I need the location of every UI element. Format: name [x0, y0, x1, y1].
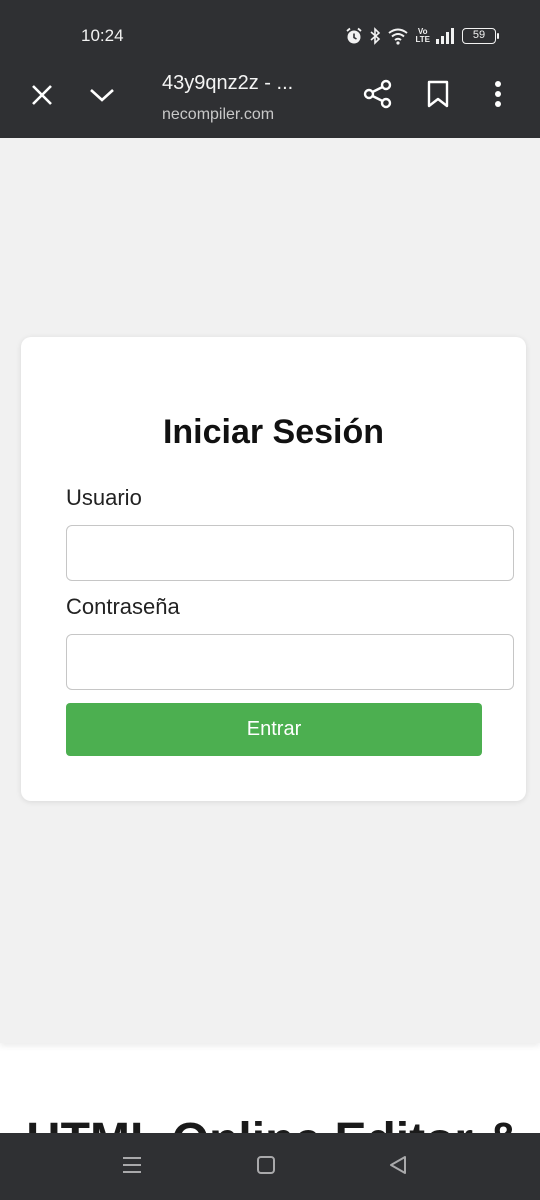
more-vert-icon [494, 80, 502, 113]
wifi-icon [387, 27, 409, 45]
username-input[interactable] [66, 525, 514, 581]
web-content: Iniciar Sesión Usuario Contraseña Entrar… [0, 138, 540, 1167]
signal-icon [436, 28, 456, 44]
bookmark-icon [427, 80, 449, 113]
preview-area: Iniciar Sesión Usuario Contraseña Entrar [0, 138, 540, 1043]
minimize-button[interactable] [86, 81, 118, 113]
battery-icon: 59 [462, 28, 499, 44]
status-icons: Vo LTE 59 [345, 24, 499, 48]
close-icon [30, 83, 54, 112]
browser-toolbar: 43y9qnz2z - ... necompiler.com [0, 64, 540, 138]
volte-label-bottom: LTE [415, 35, 430, 44]
username-label: Usuario [66, 485, 142, 510]
chevron-down-icon [88, 85, 116, 110]
status-time: 10:24 [81, 26, 124, 45]
page-title: 43y9qnz2z - ... [162, 72, 294, 94]
back-icon [388, 1155, 408, 1180]
volte-icon: Vo LTE [415, 28, 430, 44]
home-button[interactable] [248, 1151, 284, 1183]
login-title: Iniciar Sesión [162, 413, 385, 451]
login-form: Iniciar Sesión Usuario Contraseña Entrar [21, 337, 526, 801]
more-options-button[interactable] [486, 78, 510, 114]
password-input[interactable] [66, 634, 514, 690]
submit-button[interactable]: Entrar [66, 703, 482, 756]
status-bar: 10:24 Vo LTE 59 [0, 0, 540, 64]
password-label: Contraseña [66, 594, 180, 619]
system-nav-bar [0, 1133, 540, 1200]
recent-apps-icon [121, 1155, 143, 1180]
alarm-icon [345, 27, 363, 45]
share-icon [363, 79, 393, 114]
back-button[interactable] [380, 1151, 416, 1183]
bluetooth-icon [369, 27, 381, 45]
share-button[interactable] [360, 78, 396, 114]
bookmark-button[interactable] [420, 78, 456, 114]
home-icon [256, 1155, 276, 1180]
recent-apps-button[interactable] [114, 1151, 150, 1183]
close-button[interactable] [26, 81, 58, 113]
page-url: necompiler.com [162, 106, 275, 123]
